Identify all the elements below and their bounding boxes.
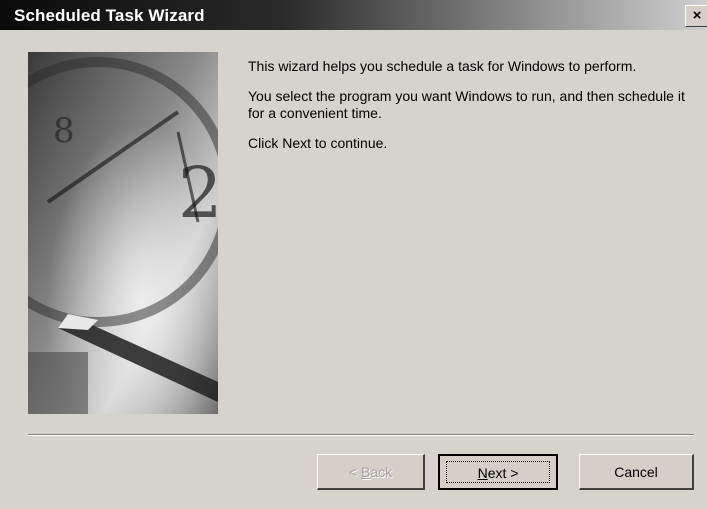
- intro-line-1: This wizard helps you schedule a task fo…: [248, 58, 637, 74]
- intro-text: This wizard helps you schedule a task fo…: [248, 58, 688, 165]
- back-button[interactable]: < Back: [317, 454, 425, 490]
- clock-and-pen-illustration: 2 8: [28, 52, 218, 414]
- back-prefix: <: [348, 464, 361, 480]
- svg-text:8: 8: [53, 111, 75, 151]
- next-button[interactable]: Next >: [438, 454, 558, 490]
- next-mnemonic: N: [477, 465, 488, 481]
- title-bar[interactable]: Scheduled Task Wizard ×: [0, 0, 707, 30]
- close-button[interactable]: ×: [685, 5, 707, 27]
- next-rest: ext >: [487, 465, 519, 481]
- back-rest: ack: [370, 464, 393, 480]
- intro-line-3: Click Next to continue.: [248, 135, 388, 151]
- separator: [28, 434, 694, 436]
- window-title: Scheduled Task Wizard: [14, 6, 205, 25]
- scheduled-task-wizard-dialog: Scheduled Task Wizard × 2 8 This wizard …: [0, 0, 707, 509]
- cancel-button[interactable]: Cancel: [579, 454, 694, 490]
- focus-rect: Next >: [446, 461, 550, 483]
- back-mnemonic: B: [360, 464, 371, 480]
- intro-line-2: You select the program you want Windows …: [248, 88, 685, 121]
- close-icon: ×: [692, 7, 702, 24]
